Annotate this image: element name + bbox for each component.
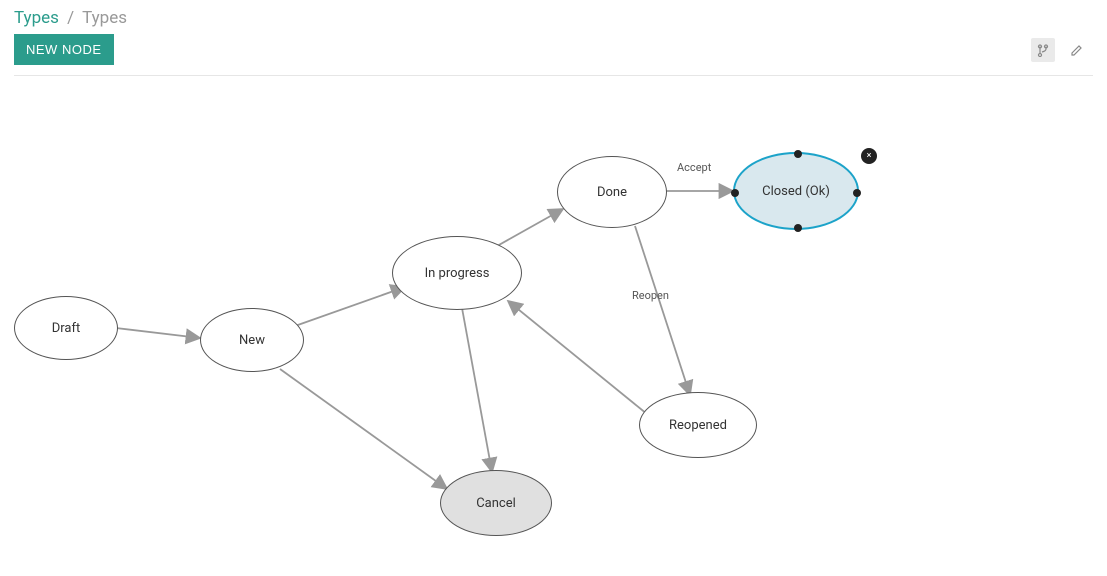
resize-handle-bottom[interactable] [794,224,802,232]
breadcrumb: Types / Types [14,8,1093,28]
right-toolbar [1031,38,1093,62]
resize-handle-right[interactable] [853,189,861,197]
node-label: Done [597,185,627,200]
edges-layer [0,76,1107,576]
node-label: Reopened [669,418,727,433]
node-cancel[interactable]: Cancel [440,470,552,536]
node-label: Closed (Ok) [762,184,830,199]
node-label: Draft [52,321,81,336]
node-closed-ok[interactable]: Closed (Ok) × [733,152,859,230]
breadcrumb-sep: / [67,8,74,28]
node-in-progress[interactable]: In progress [392,236,522,310]
new-node-button[interactable]: NEW NODE [14,34,114,65]
breadcrumb-current: Types [82,8,127,28]
edit-icon[interactable] [1065,38,1089,62]
node-done[interactable]: Done [557,156,667,228]
resize-handle-left[interactable] [731,189,739,197]
node-reopened[interactable]: Reopened [639,392,757,458]
resize-handle-top[interactable] [794,150,802,158]
node-label: Cancel [476,496,516,511]
node-label: New [239,333,265,348]
workflow-canvas[interactable]: Accept Reopen Draft New In progress Done… [0,76,1107,576]
node-draft[interactable]: Draft [14,296,118,360]
node-new[interactable]: New [200,308,304,372]
node-label: In progress [425,266,490,281]
branch-icon[interactable] [1031,38,1055,62]
close-icon[interactable]: × [861,148,877,164]
edge-label-reopen: Reopen [632,289,669,302]
edge-label-accept: Accept [677,161,711,174]
breadcrumb-root[interactable]: Types [14,8,59,28]
